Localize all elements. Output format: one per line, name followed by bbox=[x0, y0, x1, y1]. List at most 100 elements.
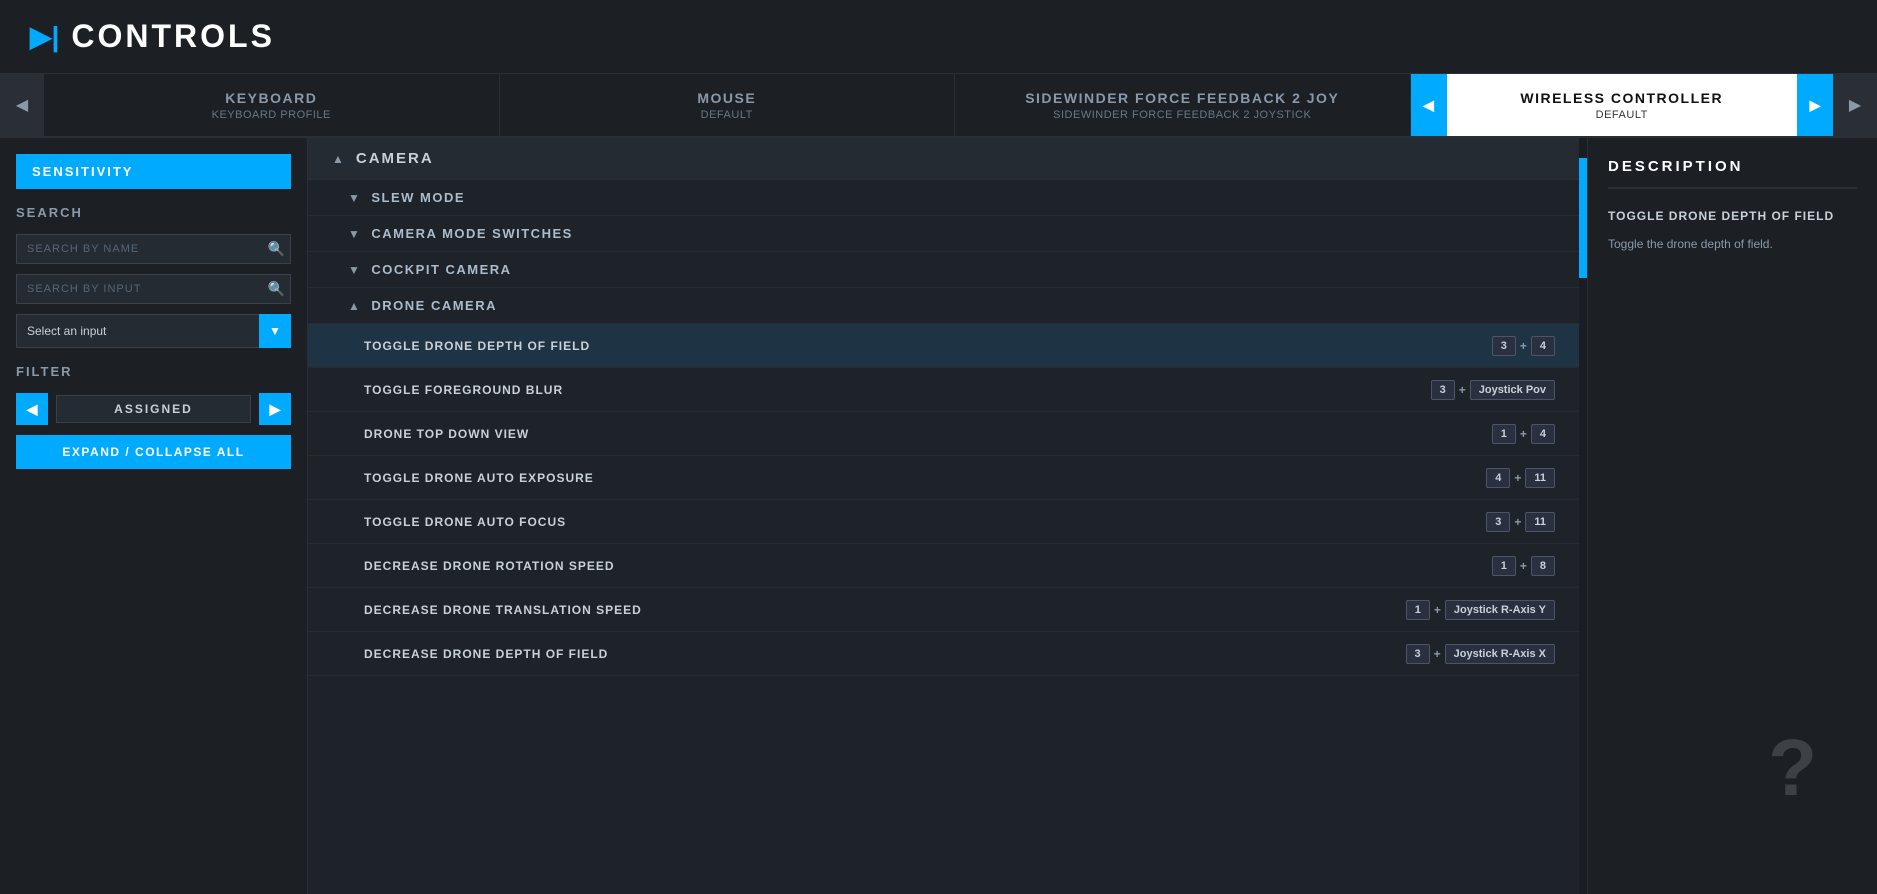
bindings-panel[interactable]: ▲ CAMERA ▼ SLEW MODE ▼ CAMERA MODE SWITC… bbox=[308, 138, 1579, 894]
key-badge: 3 bbox=[1492, 336, 1516, 356]
slew-mode-chevron: ▼ bbox=[348, 191, 361, 205]
tab-sidewinder-sublabel: SIDEWINDER FORCE FEEDBACK 2 JOYSTICK bbox=[1053, 109, 1311, 121]
subcategory-drone-camera[interactable]: ▲ DRONE CAMERA bbox=[308, 288, 1579, 324]
subcategory-cockpit-camera[interactable]: ▼ COCKPIT CAMERA bbox=[308, 252, 1579, 288]
drone-camera-chevron: ▲ bbox=[348, 299, 361, 313]
camera-mode-chevron: ▼ bbox=[348, 227, 361, 241]
page-title: CONTROLS bbox=[71, 18, 275, 55]
key-plus: + bbox=[1434, 603, 1441, 617]
key-plus: + bbox=[1459, 383, 1466, 397]
key-badge: Joystick Pov bbox=[1470, 380, 1555, 400]
key-badge: 1 bbox=[1406, 600, 1430, 620]
key-badge: Joystick R-Axis X bbox=[1445, 644, 1555, 664]
category-camera-label: CAMERA bbox=[356, 150, 434, 167]
key-badge: 11 bbox=[1525, 512, 1555, 532]
main-content: SENSITIVITY SEARCH 🔍 🔍 Select an input ▼… bbox=[0, 138, 1877, 894]
subcategory-camera-mode-switches[interactable]: ▼ CAMERA MODE SWITCHES bbox=[308, 216, 1579, 252]
binding-toggle-fg-blur-name: TOGGLE FOREGROUND BLUR bbox=[364, 383, 1431, 397]
select-input-wrapper: Select an input ▼ bbox=[16, 314, 291, 348]
binding-decrease-rotation-name: DECREASE DRONE ROTATION SPEED bbox=[364, 559, 1492, 573]
key-badge: 4 bbox=[1531, 424, 1555, 444]
key-badge: 1 bbox=[1492, 424, 1516, 444]
binding-decrease-translation-keys: 1 + Joystick R-Axis Y bbox=[1406, 600, 1555, 620]
tab-prev-button[interactable]: ◀ bbox=[0, 74, 44, 136]
key-badge: 4 bbox=[1531, 336, 1555, 356]
key-plus: + bbox=[1514, 471, 1521, 485]
binding-decrease-depth[interactable]: DECREASE DRONE DEPTH OF FIELD 3 + Joysti… bbox=[308, 632, 1579, 676]
tab-sidewinder-label: SIDEWINDER FORCE FEEDBACK 2 JOY bbox=[1025, 90, 1339, 106]
binding-toggle-fg-blur[interactable]: TOGGLE FOREGROUND BLUR 3 + Joystick Pov bbox=[308, 368, 1579, 412]
slew-mode-label: SLEW MODE bbox=[371, 190, 465, 205]
binding-toggle-drone-dof[interactable]: TOGGLE DRONE DEPTH OF FIELD 3 + 4 bbox=[308, 324, 1579, 368]
tab-wireless-next[interactable]: ▶ bbox=[1797, 74, 1833, 136]
sensitivity-button[interactable]: SENSITIVITY bbox=[16, 154, 291, 189]
key-badge: Joystick R-Axis Y bbox=[1445, 600, 1555, 620]
binding-toggle-auto-focus-name: TOGGLE DRONE AUTO FOCUS bbox=[364, 515, 1486, 529]
tab-wireless[interactable]: ◀ WIRELESS CONTROLLER DEFAULT ▶ bbox=[1411, 74, 1834, 136]
search-section-label: SEARCH bbox=[16, 205, 291, 220]
content-area: ▲ CAMERA ▼ SLEW MODE ▼ CAMERA MODE SWITC… bbox=[308, 138, 1877, 894]
filter-prev-button[interactable]: ◀ bbox=[16, 393, 48, 425]
tab-bar: ◀ KEYBOARD KEYBOARD PROFILE MOUSE DEFAUL… bbox=[0, 74, 1877, 138]
filter-value-label: ASSIGNED bbox=[56, 395, 251, 423]
description-text: Toggle the drone depth of field. bbox=[1608, 235, 1857, 253]
binding-toggle-auto-exposure-name: TOGGLE DRONE AUTO EXPOSURE bbox=[364, 471, 1486, 485]
tab-mouse-label: MOUSE bbox=[697, 90, 756, 106]
cockpit-camera-label: COCKPIT CAMERA bbox=[371, 262, 511, 277]
cockpit-camera-chevron: ▼ bbox=[348, 263, 361, 277]
key-badge: 3 bbox=[1486, 512, 1510, 532]
tab-wireless-prev[interactable]: ◀ bbox=[1411, 74, 1447, 136]
camera-mode-label: CAMERA MODE SWITCHES bbox=[371, 226, 572, 241]
key-plus: + bbox=[1514, 515, 1521, 529]
key-badge: 1 bbox=[1492, 556, 1516, 576]
description-action: TOGGLE DRONE DEPTH OF FIELD bbox=[1608, 209, 1857, 223]
filter-next-button[interactable]: ▶ bbox=[259, 393, 291, 425]
binding-drone-top-down[interactable]: DRONE TOP DOWN VIEW 1 + 4 bbox=[308, 412, 1579, 456]
category-camera[interactable]: ▲ CAMERA bbox=[308, 138, 1579, 180]
key-plus: + bbox=[1520, 339, 1527, 353]
tab-keyboard-sublabel: KEYBOARD PROFILE bbox=[212, 109, 331, 121]
binding-decrease-translation-name: DECREASE DRONE TRANSLATION SPEED bbox=[364, 603, 1406, 617]
tab-keyboard-label: KEYBOARD bbox=[225, 90, 317, 106]
subcategory-slew-mode[interactable]: ▼ SLEW MODE bbox=[308, 180, 1579, 216]
binding-decrease-rotation[interactable]: DECREASE DRONE ROTATION SPEED 1 + 8 bbox=[308, 544, 1579, 588]
select-input[interactable]: Select an input bbox=[16, 314, 291, 348]
sidebar: SENSITIVITY SEARCH 🔍 🔍 Select an input ▼… bbox=[0, 138, 308, 894]
search-by-input-wrapper: 🔍 bbox=[16, 274, 291, 304]
search-by-name-wrapper: 🔍 bbox=[16, 234, 291, 264]
binding-toggle-auto-focus[interactable]: TOGGLE DRONE AUTO FOCUS 3 + 11 bbox=[308, 500, 1579, 544]
filter-row: ◀ ASSIGNED ▶ bbox=[16, 393, 291, 425]
tab-keyboard[interactable]: KEYBOARD KEYBOARD PROFILE bbox=[44, 74, 500, 136]
binding-toggle-auto-exposure-keys: 4 + 11 bbox=[1486, 468, 1555, 488]
binding-drone-top-down-name: DRONE TOP DOWN VIEW bbox=[364, 427, 1492, 441]
binding-toggle-auto-exposure[interactable]: TOGGLE DRONE AUTO EXPOSURE 4 + 11 bbox=[308, 456, 1579, 500]
tab-wireless-label: WIRELESS CONTROLLER bbox=[1520, 90, 1723, 106]
key-plus: + bbox=[1434, 647, 1441, 661]
header: ▶| CONTROLS bbox=[0, 0, 1877, 74]
binding-toggle-auto-focus-keys: 3 + 11 bbox=[1486, 512, 1555, 532]
description-title: DESCRIPTION bbox=[1608, 158, 1857, 189]
expand-collapse-button[interactable]: EXPAND / COLLAPSE ALL bbox=[16, 435, 291, 469]
description-panel: DESCRIPTION TOGGLE DRONE DEPTH OF FIELD … bbox=[1587, 138, 1877, 894]
tab-mouse[interactable]: MOUSE DEFAULT bbox=[500, 74, 956, 136]
search-by-name-icon[interactable]: 🔍 bbox=[268, 241, 285, 258]
binding-toggle-fg-blur-keys: 3 + Joystick Pov bbox=[1431, 380, 1555, 400]
search-by-input-icon[interactable]: 🔍 bbox=[268, 281, 285, 298]
search-by-input-input[interactable] bbox=[16, 274, 291, 304]
tab-sidewinder[interactable]: SIDEWINDER FORCE FEEDBACK 2 JOY SIDEWIND… bbox=[955, 74, 1411, 136]
category-camera-chevron: ▲ bbox=[332, 152, 346, 166]
tab-mouse-sublabel: DEFAULT bbox=[701, 109, 753, 121]
binding-decrease-depth-keys: 3 + Joystick R-Axis X bbox=[1406, 644, 1555, 664]
binding-decrease-translation[interactable]: DECREASE DRONE TRANSLATION SPEED 1 + Joy… bbox=[308, 588, 1579, 632]
key-badge: 11 bbox=[1525, 468, 1555, 488]
tab-next-button[interactable]: ▶ bbox=[1833, 74, 1877, 136]
key-plus: + bbox=[1520, 559, 1527, 573]
key-badge: 4 bbox=[1486, 468, 1510, 488]
scroll-track[interactable] bbox=[1579, 138, 1587, 894]
search-by-name-input[interactable] bbox=[16, 234, 291, 264]
binding-decrease-depth-name: DECREASE DRONE DEPTH OF FIELD bbox=[364, 647, 1406, 661]
tab-wireless-sublabel: DEFAULT bbox=[1596, 109, 1648, 121]
key-badge: 8 bbox=[1531, 556, 1555, 576]
scroll-thumb[interactable] bbox=[1579, 158, 1587, 278]
app-container: ▶| CONTROLS ◀ KEYBOARD KEYBOARD PROFILE … bbox=[0, 0, 1877, 894]
